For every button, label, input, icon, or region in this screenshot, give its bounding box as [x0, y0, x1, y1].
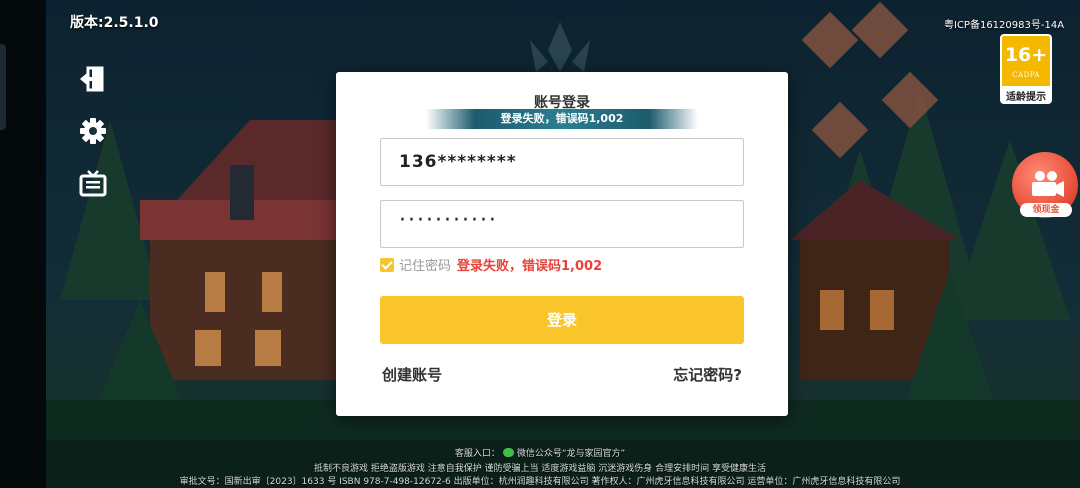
age-rating-badge[interactable]: 16+ CADPA 适龄提示 [1000, 34, 1052, 104]
remember-password-checkbox[interactable] [380, 258, 394, 272]
wechat-icon [502, 448, 514, 457]
forgot-password-link[interactable]: 忘记密码? [673, 364, 742, 385]
age-rating-icon: 16+ CADPA [1002, 36, 1050, 86]
create-account-link[interactable]: 创建账号 [382, 364, 442, 385]
edge-handle [0, 44, 6, 130]
notice-board-icon[interactable] [76, 167, 110, 201]
password-input[interactable]: ··········· [380, 200, 744, 248]
login-button[interactable]: 登录 [380, 296, 744, 344]
remember-password-row[interactable]: 记住密码 登录失败，错误码1,002 [380, 258, 602, 276]
remember-password-label: 记住密码 [399, 259, 452, 274]
age-rating-number: 16+ [1004, 44, 1048, 66]
settings-gear-icon[interactable] [76, 114, 110, 148]
customer-service-prefix: 客服入口： [454, 449, 500, 459]
exit-icon[interactable] [76, 62, 110, 96]
account-input[interactable]: 136******** [380, 138, 744, 186]
age-rating-hint: 适龄提示 [1006, 92, 1046, 103]
cash-reward-button[interactable]: 领现金 [1012, 152, 1080, 218]
login-error-banner: 登录失败，错误码1,002 [426, 109, 698, 129]
version-label: 版本:2.5.1.0 [70, 15, 159, 31]
age-rating-org: CADPA [1012, 71, 1040, 79]
customer-service-line: 客服入口： 微信公众号“龙与家园官方” [0, 446, 1080, 459]
device-edge [0, 0, 46, 488]
customer-service-text[interactable]: 微信公众号“龙与家园官方” [517, 449, 625, 459]
cash-reward-label: 领现金 [1020, 203, 1072, 217]
health-gaming-notice: 抵制不良游戏 拒绝盗版游戏 注意自我保护 谨防受骗上当 适度游戏益脑 沉迷游戏伤… [313, 464, 767, 474]
publication-info: 审批文号：国新出审〔2023〕1633 号 ISBN 978-7-498-126… [179, 477, 901, 487]
login-dialog: 账号登录 登录失败，错误码1,002 136******** ·········… [336, 72, 788, 416]
icp-license-label: 粤ICP备16120983号-14A [944, 20, 1065, 31]
login-error-message: 登录失败，错误码1,002 [457, 259, 603, 274]
